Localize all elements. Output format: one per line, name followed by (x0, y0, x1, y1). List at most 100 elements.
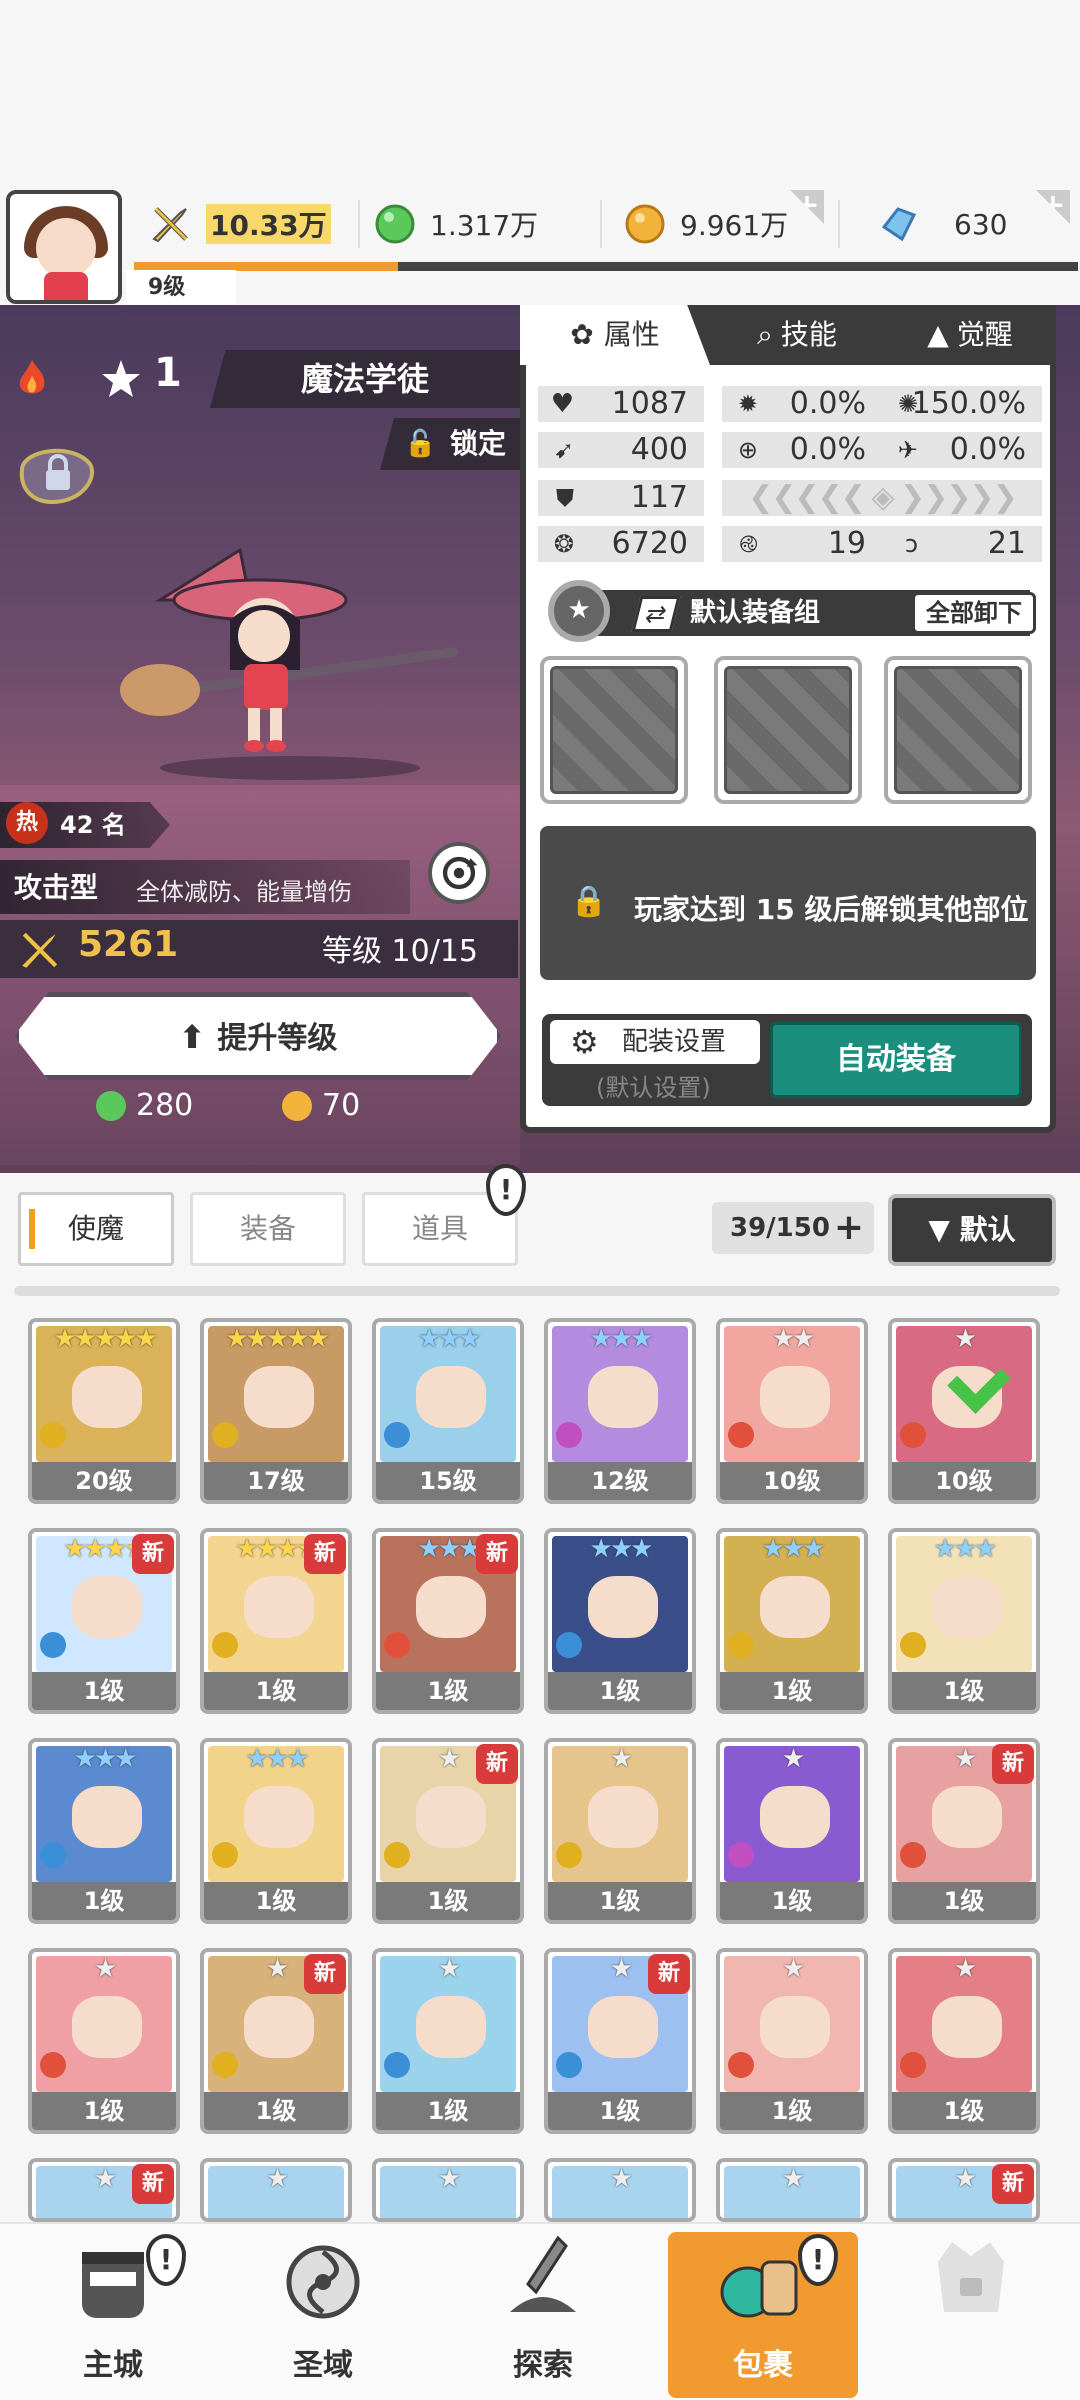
inventory-count-value: 39/150 (730, 1213, 830, 1243)
star-rating: ★ (781, 2164, 805, 2194)
add-diamond-button[interactable]: + (1036, 190, 1070, 224)
loadout-setting-button[interactable]: ⚙ 配装设置 (550, 1020, 760, 1064)
add-slot-button[interactable]: + (834, 1202, 864, 1254)
upgrade-level-button[interactable]: ⬆ 提升等级 (14, 992, 502, 1080)
familiar-card[interactable]: ★ (372, 2158, 524, 2222)
burst-icon: ✹ (737, 390, 758, 418)
familiar-level: 1级 (32, 2092, 176, 2130)
element-icon (728, 1422, 754, 1448)
familiar-card[interactable]: ★★ 10级 (716, 1318, 868, 1504)
familiar-face (588, 1576, 658, 1638)
familiar-card[interactable]: ★★★★★ 17级 (200, 1318, 352, 1504)
gear-icon: ⚙ (570, 1023, 599, 1061)
familiar-card[interactable]: ★ 1级 (544, 1738, 696, 1924)
familiar-card[interactable]: ★ 1级 (372, 1948, 524, 2134)
stat-hit-value: 0.0% (789, 432, 866, 467)
familiar-card[interactable]: ★★★ 1级 (28, 1738, 180, 1924)
stat-power: ❂ 6720 (538, 526, 704, 562)
element-icon (40, 1422, 66, 1448)
familiar-card[interactable]: ★★★ 15级 (372, 1318, 524, 1504)
familiar-card[interactable]: ★ 新 (28, 2158, 180, 2222)
new-badge: 新 (304, 1954, 346, 1994)
star-rating: ★★★ (417, 1324, 482, 1354)
loadout-setting-label: 配装设置 (622, 1027, 727, 1057)
loadout-setting-sub: (默认设置) (596, 1074, 711, 1102)
lock-label: 锁定 (449, 427, 506, 460)
tab-skills-label: 技能 (780, 318, 837, 351)
gold-resource: 9.961万 (624, 196, 788, 252)
familiar-card[interactable]: ★ 新 (888, 2158, 1040, 2222)
element-icon (384, 2052, 410, 2078)
element-icon (728, 2052, 754, 2078)
familiar-card[interactable]: ★★★★★ 20级 (28, 1318, 180, 1504)
familiar-level: 1级 (376, 1882, 520, 1920)
player-avatar[interactable] (6, 190, 122, 304)
familiar-face (416, 1366, 486, 1428)
familiar-level: 1级 (548, 1672, 692, 1710)
familiar-card[interactable]: ★ (716, 2158, 868, 2222)
nav-sanctuary[interactable]: 圣域 (248, 2232, 398, 2398)
crosshair-icon: ⊕ (737, 436, 758, 464)
familiar-card[interactable]: ★★★ 新 1级 (372, 1528, 524, 1714)
familiar-card[interactable]: ★ 1级 (28, 1948, 180, 2134)
familiar-level: 20级 (32, 1462, 176, 1500)
new-badge: 新 (476, 1744, 518, 1784)
star-rating: ★ (953, 1324, 977, 1354)
blue-crystal-icon (881, 207, 917, 242)
nav-locked[interactable] (896, 2232, 1046, 2398)
stat-dodge: ✈ 0.0% (882, 432, 1042, 468)
tab-attributes[interactable]: ✿ 属性 (520, 305, 710, 365)
element-icon (556, 2052, 582, 2078)
helmet-slot[interactable] (714, 656, 862, 804)
sword-icon (550, 666, 678, 794)
familiar-card[interactable]: ★★★ 1级 (200, 1738, 352, 1924)
hero-power: 5261 (78, 924, 179, 965)
familiar-card[interactable]: ★ 10级 (888, 1318, 1040, 1504)
lock-open-icon: 🔓 (404, 429, 437, 459)
familiar-card[interactable]: ★ 1级 (716, 1738, 868, 1924)
tab-equipment[interactable]: 装备 (190, 1192, 346, 1266)
weapon-slot[interactable] (540, 656, 688, 804)
sort-dropdown[interactable]: ▼ 默认 (888, 1194, 1056, 1266)
familiar-card[interactable]: ★★★★ 新 1级 (28, 1528, 180, 1714)
familiar-card[interactable]: ★★★ 1级 (544, 1528, 696, 1714)
familiar-card[interactable]: ★ (544, 2158, 696, 2222)
locked-shield-icon[interactable] (12, 440, 102, 510)
familiar-card[interactable]: ★★★★ 新 1级 (200, 1528, 352, 1714)
familiar-card[interactable]: ★ 1级 (888, 1948, 1040, 2134)
familiar-card[interactable]: ★ 1级 (716, 1948, 868, 2134)
familiar-card[interactable]: ★ (200, 2158, 352, 2222)
star-icon: ★ (567, 595, 591, 625)
tab-attributes-label: 属性 (603, 318, 660, 351)
role-type: 攻击型 (14, 871, 99, 904)
add-gold-button[interactable]: + (790, 190, 824, 224)
tab-familiars[interactable]: 使魔 (18, 1192, 174, 1266)
lock-button[interactable]: 🔓 锁定 (380, 418, 520, 470)
star-rating: ★★★ (73, 1744, 138, 1774)
tab-awaken[interactable]: ▲ 觉醒 (890, 305, 1050, 365)
familiar-card[interactable]: ★★★ 1级 (716, 1528, 868, 1714)
familiar-card[interactable]: ★ 新 1级 (372, 1738, 524, 1924)
auto-equip-button[interactable]: 自动装备 (770, 1022, 1022, 1098)
stat-hit: ⊕ 0.0% (722, 432, 882, 468)
familiar-card[interactable]: ★★★ 12级 (544, 1318, 696, 1504)
tab-skills[interactable]: ⌕ 技能 (712, 305, 882, 365)
green-orb-icon (375, 204, 415, 244)
horizontal-scrollbar[interactable] (14, 1286, 1060, 1296)
green-resource: 1.317万 (374, 196, 538, 252)
familiar-card[interactable]: ★ 新 1级 (200, 1948, 352, 2134)
nav-explore[interactable]: 探索 (468, 2232, 618, 2398)
familiar-level: 10级 (720, 1462, 864, 1500)
familiar-face (72, 1576, 142, 1638)
helmet-icon (724, 666, 852, 794)
familiar-card[interactable]: ★ 新 1级 (888, 1738, 1040, 1924)
familiar-card[interactable]: ★ 新 1级 (544, 1948, 696, 2134)
unload-all-button[interactable]: 全部卸下 (912, 592, 1036, 634)
new-badge: 新 (648, 1954, 690, 1994)
familiar-card[interactable]: ★★★ 1级 (888, 1528, 1040, 1714)
star-rating: ★★★ (589, 1324, 654, 1354)
rotate-view-icon[interactable] (428, 842, 490, 904)
armor-slot[interactable] (884, 656, 1032, 804)
nav-sanctuary-label: 圣域 (293, 2348, 353, 2383)
element-icon (900, 1842, 926, 1868)
